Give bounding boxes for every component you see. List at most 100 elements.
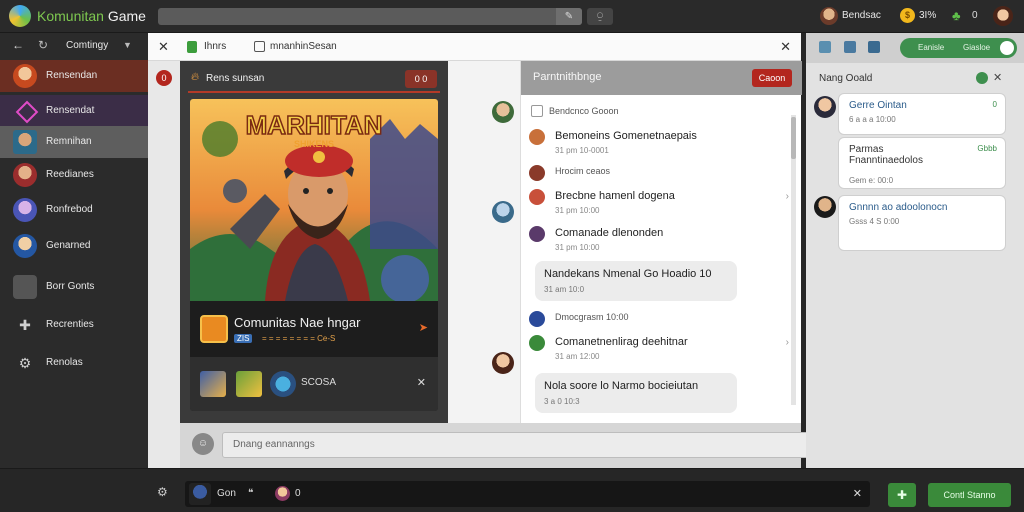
image-icon <box>13 275 37 299</box>
message-time: 31 am 12:00 <box>555 352 600 361</box>
share-icon[interactable]: ➤ <box>419 321 428 334</box>
avatar-icon <box>13 163 37 187</box>
sender-avatar <box>529 226 545 242</box>
user-avatar[interactable] <box>820 7 838 25</box>
tab-document-icon <box>254 41 265 52</box>
profile-avatar[interactable] <box>993 6 1013 26</box>
main-window: ✕ Ihnrs mnanhinSesan ✕ 0 🔥︎ Rens sunsan … <box>148 33 872 468</box>
contact-avatar[interactable] <box>814 196 836 218</box>
message-item[interactable]: Dmocgrasm 10:00 <box>529 311 789 329</box>
message-bubble[interactable]: Nandekans Nmenal Go Hoadio 10 31 am 10:0 <box>535 261 737 301</box>
primary-action-button[interactable]: Contl Stanno <box>928 483 1011 507</box>
back-arrow-icon[interactable]: ← <box>12 38 24 52</box>
game-art-subtitle: SHIKENS <box>294 139 334 149</box>
tab-icon <box>187 41 197 53</box>
now-playing-strip[interactable]: Gon ❝ 0 ✕ <box>185 481 870 507</box>
contact-avatar[interactable] <box>814 96 836 118</box>
game-panel-title: Rens sunsan <box>206 73 265 84</box>
online-icon[interactable] <box>976 72 988 84</box>
app-title-game: Game <box>103 8 146 24</box>
thumbnail-3[interactable] <box>270 371 296 397</box>
coin-count: 3I% <box>919 10 937 21</box>
avatar-icon <box>13 130 37 154</box>
message-input[interactable]: Dnang eannanngs <box>222 432 872 458</box>
search-input[interactable]: ✎ <box>158 8 582 25</box>
sidebar-item-6[interactable]: Genarned <box>0 230 148 262</box>
more-label[interactable]: SCOSA <box>301 377 336 388</box>
message-time: 31 pm 10-0001 <box>555 146 609 155</box>
sidebar-item-8[interactable]: ✚ Recrenties <box>0 309 148 341</box>
message-text: Brecbne hamenl dogena <box>555 190 675 202</box>
chat-panel: Parntnithbnge Caoon Bendcnco Gooon Bemon… <box>520 61 802 423</box>
message-time: 31 pm 10:00 <box>555 206 600 215</box>
rail-subheader: Nang Ooald <box>819 73 873 84</box>
close-thumbnails-icon[interactable]: ✕ <box>417 376 426 389</box>
refresh-icon[interactable]: ↻ <box>38 38 48 52</box>
close-window-icon[interactable]: ✕ <box>780 39 791 55</box>
app-logo-icon[interactable] <box>9 5 31 27</box>
gift-icon[interactable]: ♣ <box>952 8 968 24</box>
player-avatar <box>189 483 211 505</box>
close-icon[interactable]: ✕ <box>158 39 169 55</box>
sender-avatar <box>529 335 545 351</box>
mode-toggle[interactable]: Eanisle Giasloe <box>900 38 1017 58</box>
rail-icon-1[interactable] <box>819 41 831 53</box>
message-text: Comanade dlenonden <box>555 227 664 239</box>
sidebar-title[interactable]: Comtingy <box>66 40 108 51</box>
sidebar-item-1[interactable]: Rensendan <box>0 60 148 92</box>
tab2-label[interactable]: mnanhinSesan <box>270 41 337 52</box>
message-item[interactable]: Hrocim ceaos <box>529 165 789 183</box>
participant-avatar[interactable] <box>492 101 514 123</box>
rail-icon-3[interactable] <box>868 41 880 53</box>
contact-card[interactable]: Gerre Ointan 6 a a a 10:00 0 <box>838 93 1006 135</box>
tab-label[interactable]: Ihnrs <box>204 41 226 52</box>
toggle-label-2: Giasloe <box>963 43 991 52</box>
sidebar-item-5[interactable]: Ronfrebod <box>0 194 148 226</box>
notification-icon[interactable]: ⍜ <box>587 8 613 25</box>
contact-card[interactable]: Gnnnn ao adoolonocn Gsss 4 S 0:00 <box>838 195 1006 251</box>
emoji-icon[interactable]: ☺ <box>192 433 214 455</box>
game-card[interactable]: MARHITAN SHIKENS Comunitas Nae hngar ZIS… <box>190 99 438 411</box>
participant-avatar[interactable] <box>492 352 514 374</box>
user-name[interactable]: Bendsac <box>842 10 881 21</box>
coin-icon: $ <box>900 8 915 23</box>
participant-avatar[interactable] <box>492 201 514 223</box>
thumbnail-1[interactable] <box>200 371 226 397</box>
close-icon[interactable]: ✕ <box>993 71 1002 84</box>
select-all-checkbox[interactable] <box>531 105 543 117</box>
sender-avatar <box>529 311 545 327</box>
game-tag: ZIS <box>234 334 253 343</box>
chat-header-button[interactable]: Caoon <box>752 69 792 87</box>
sidebar-item-label: Ronfrebod <box>46 204 93 215</box>
alert-badge[interactable]: 0 <box>156 70 172 86</box>
search-filter-icon[interactable]: ✎ <box>556 8 582 25</box>
game-name[interactable]: Comunitas Nae hngar <box>234 315 360 330</box>
game-cover-art[interactable]: MARHITAN SHIKENS <box>190 99 438 301</box>
sidebar-item-9[interactable]: ⚙ Renolas <box>0 347 148 379</box>
contact-name: Gerre Ointan <box>849 100 907 111</box>
message-text: Dmocgrasm 10:00 <box>555 312 629 322</box>
settings-icon[interactable]: ⚙ <box>157 485 168 499</box>
message-item[interactable]: Brecbne hamenl dogena 31 pm 10:00 › <box>529 189 789 217</box>
sidebar-item-7[interactable]: Borr Gonts <box>0 271 148 303</box>
controller-button[interactable]: ✚ <box>888 483 916 507</box>
close-icon[interactable]: ✕ <box>853 487 862 500</box>
player2-avatar <box>275 486 290 501</box>
message-bubble[interactable]: Nola soore lo Narmo bocieiutan 3 a 0 10:… <box>535 373 737 413</box>
sidebar-item-3[interactable]: Remnihan <box>0 126 148 158</box>
game-panel-action-button[interactable]: 0 0 <box>405 70 437 88</box>
sidebar-item-4[interactable]: Reedianes <box>0 159 148 191</box>
sidebar-item-label: Genarned <box>46 240 91 251</box>
message-item[interactable]: Bemoneins Gomenetnaepais 31 pm 10-0001 <box>529 129 789 157</box>
chevron-down-icon[interactable]: ▼ <box>123 40 132 50</box>
rail-icon-2[interactable] <box>844 41 856 53</box>
message-item[interactable]: Comanetnenlirag deehitnar 31 am 12:00 › <box>529 335 789 363</box>
thumbnail-2[interactable] <box>236 371 262 397</box>
contact-card[interactable]: Parmas Fnanntinaedolos Gem e: 00:0 Gbbb <box>838 137 1006 189</box>
chat-scrollbar[interactable] <box>791 115 796 405</box>
message-item[interactable]: Comanade dlenonden 31 pm 10:00 <box>529 226 789 254</box>
avatar-icon <box>13 234 37 258</box>
toggle-knob <box>1000 41 1014 55</box>
chevron-right-icon: › <box>785 337 789 348</box>
sidebar-item-2[interactable]: Rensendat <box>0 95 148 127</box>
